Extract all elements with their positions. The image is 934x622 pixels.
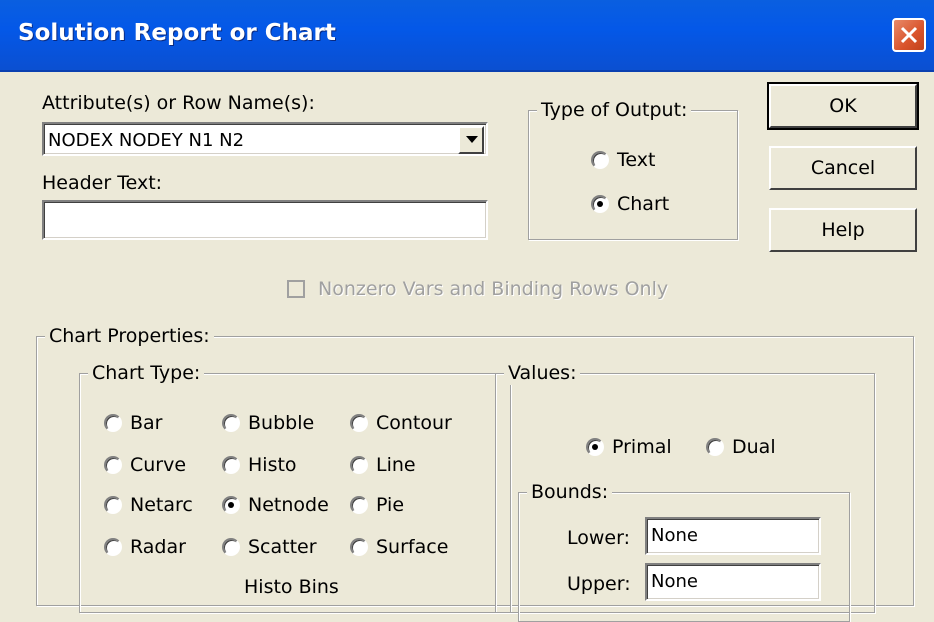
chart-type-label: Line (376, 454, 416, 476)
radio-icon (591, 151, 609, 169)
type-of-output-group: Type of Output: Text Chart (528, 98, 738, 240)
chart-type-label: Histo (248, 454, 297, 476)
upper-bound-value: None (651, 571, 698, 592)
radio-icon (222, 456, 240, 474)
type-of-output-title: Type of Output: (537, 98, 692, 122)
attributes-combobox[interactable]: NODEX NODEY N1 N2 (42, 122, 488, 156)
values-dual-label: Dual (732, 436, 776, 458)
radio-selected-icon (586, 438, 604, 456)
values-group: Values: Primal Dual Bounds: Lower: None … (495, 361, 875, 622)
values-primal-label: Primal (612, 436, 672, 458)
title-bar[interactable]: Solution Report or Chart (0, 0, 934, 72)
nonzero-label: Nonzero Vars and Binding Rows Only (318, 278, 669, 300)
bounds-title: Bounds: (527, 480, 613, 504)
chart-type-label: Pie (376, 494, 405, 516)
lower-bound-label: Lower: (567, 527, 630, 549)
radio-icon (104, 456, 122, 474)
header-text-label: Header Text: (42, 172, 163, 194)
chart-properties-title: Chart Properties: (45, 324, 214, 348)
radio-icon (350, 496, 368, 514)
chevron-down-icon (466, 136, 478, 143)
output-text-label: Text (617, 149, 656, 171)
chart-type-label: Surface (376, 536, 449, 558)
output-chart-label: Chart (617, 193, 670, 215)
attributes-dropdown-button[interactable] (458, 126, 484, 154)
help-button[interactable]: Help (769, 208, 917, 252)
upper-bound-input[interactable]: None (645, 563, 821, 601)
chart-type-title: Chart Type: (88, 361, 205, 385)
radio-icon (350, 538, 368, 556)
chart-type-label: Curve (130, 454, 187, 476)
window-title: Solution Report or Chart (18, 20, 336, 46)
chart-type-label: Contour (376, 412, 452, 434)
radio-icon (222, 414, 240, 432)
chart-type-label: Netarc (130, 494, 193, 516)
values-title: Values: (504, 361, 581, 385)
ok-button[interactable]: OK (767, 82, 919, 130)
dialog-client-area: Attribute(s) or Row Name(s): NODEX NODEY… (0, 72, 934, 622)
radio-selected-icon (591, 195, 609, 213)
lower-bound-value: None (651, 525, 698, 546)
histo-bins-label: Histo Bins (244, 576, 339, 598)
nonzero-checkbox[interactable] (287, 280, 305, 298)
header-text-input[interactable] (42, 200, 488, 240)
radio-icon (104, 414, 122, 432)
radio-icon (222, 538, 240, 556)
chart-properties-group: Chart Properties: Chart Type: Bar Bubble… (36, 324, 914, 622)
chart-type-label: Bar (130, 412, 163, 434)
radio-selected-icon (222, 496, 240, 514)
chart-type-label: Radar (130, 536, 186, 558)
attributes-label: Attribute(s) or Row Name(s): (42, 92, 315, 114)
radio-icon (104, 496, 122, 514)
attributes-value: NODEX NODEY N1 N2 (48, 130, 245, 151)
chart-type-label: Bubble (248, 412, 315, 434)
radio-icon (350, 456, 368, 474)
lower-bound-input[interactable]: None (645, 517, 821, 555)
close-button[interactable] (892, 18, 926, 52)
chart-type-label: Netnode (248, 494, 329, 516)
cancel-button[interactable]: Cancel (769, 146, 917, 190)
radio-icon (350, 414, 368, 432)
chart-type-label: Scatter (248, 536, 317, 558)
chart-type-group: Chart Type: Bar Bubble Contour Curve His… (79, 361, 511, 613)
close-icon (900, 26, 918, 44)
bounds-group: Bounds: Lower: None Upper: None (518, 480, 850, 622)
radio-icon (104, 538, 122, 556)
radio-icon (706, 438, 724, 456)
upper-bound-label: Upper: (567, 573, 631, 595)
